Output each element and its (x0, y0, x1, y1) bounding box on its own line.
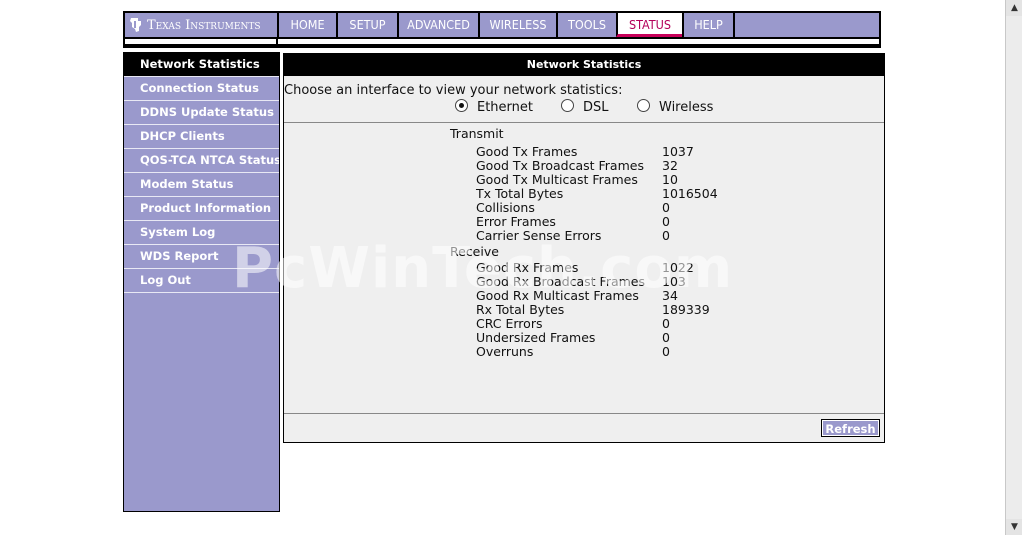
tab-home[interactable]: HOME (277, 13, 336, 37)
panel-title: Network Statistics (284, 54, 884, 76)
stat-label: Good Tx Multicast Frames (476, 172, 638, 187)
sidebar-item-product-information[interactable]: Product Information (124, 197, 279, 221)
sidebar-item-modem-status[interactable]: Modem Status (124, 173, 279, 197)
stat-value: 0 (662, 228, 670, 243)
stat-value: 1016504 (662, 186, 718, 201)
stat-label: Good Tx Frames (476, 144, 578, 159)
stat-label: Collisions (476, 200, 535, 215)
sidebar-item-qos-tca-ntca-status[interactable]: QOS-TCA NTCA Status (124, 149, 279, 173)
stat-value: 34 (662, 288, 678, 303)
radio-ethernet-label: Ethernet (477, 100, 533, 115)
interface-selector: Ethernet DSL Wireless (284, 99, 884, 117)
brand-name: Texas Instruments (147, 17, 261, 33)
sidebar: Network Statistics Connection Status DDN… (123, 52, 280, 512)
stat-label: Good Rx Broadcast Frames (476, 274, 646, 289)
tab-tools[interactable]: TOOLS (556, 13, 616, 37)
page-scrollbar[interactable]: ▲ ▼ (1005, 0, 1022, 535)
radio-selected-icon (455, 99, 468, 112)
receive-heading: Receive (450, 244, 499, 259)
sidebar-item-ddns-update-status[interactable]: DDNS Update Status (124, 101, 279, 125)
header-divider-tick (276, 39, 278, 48)
sidebar-item-connection-status[interactable]: Connection Status (124, 77, 279, 101)
tab-status[interactable]: STATUS (616, 13, 682, 37)
sidebar-item-dhcp-clients[interactable]: DHCP Clients (124, 125, 279, 149)
refresh-button[interactable]: Refresh (821, 419, 880, 437)
sidebar-item-log-out[interactable]: Log Out (124, 269, 279, 293)
radio-wireless-label: Wireless (659, 100, 714, 115)
transmit-heading: Transmit (450, 126, 504, 141)
stat-value: 0 (662, 214, 670, 229)
ti-logo-icon (130, 18, 141, 32)
divider (284, 413, 884, 414)
stat-value: 0 (662, 330, 670, 345)
stat-value: 0 (662, 344, 670, 359)
stat-value: 0 (662, 200, 670, 215)
stat-label: Carrier Sense Errors (476, 228, 602, 243)
main-nav: HOME SETUP ADVANCED WIRELESS TOOLS STATU… (277, 13, 735, 37)
divider (284, 122, 884, 123)
stat-label: Rx Total Bytes (476, 302, 565, 317)
stat-value: 0 (662, 316, 670, 331)
radio-unselected-icon (561, 99, 574, 112)
scroll-down-icon[interactable]: ▼ (1006, 519, 1022, 535)
stat-value: 189339 (662, 302, 710, 317)
sidebar-item-wds-report[interactable]: WDS Report (124, 245, 279, 269)
tab-help[interactable]: HELP (682, 13, 735, 37)
stat-label: Good Tx Broadcast Frames (476, 158, 644, 173)
sidebar-item-system-log[interactable]: System Log (124, 221, 279, 245)
stat-label: Good Rx Multicast Frames (476, 288, 639, 303)
top-navigation-bar: Texas Instruments HOME SETUP ADVANCED WI… (123, 11, 881, 39)
stat-label: Overruns (476, 344, 534, 359)
stat-value: 32 (662, 158, 678, 173)
stat-label: Error Frames (476, 214, 556, 229)
stat-value: 103 (662, 274, 686, 289)
stat-value: 1037 (662, 144, 694, 159)
radio-wireless[interactable]: Wireless (637, 99, 713, 115)
brand-logo[interactable]: Texas Instruments (125, 13, 281, 37)
radio-dsl[interactable]: DSL (561, 99, 609, 115)
tab-advanced[interactable]: ADVANCED (397, 13, 478, 37)
tab-wireless[interactable]: WIRELESS (478, 13, 556, 37)
stat-label: Undersized Frames (476, 330, 596, 345)
stat-label: Tx Total Bytes (476, 186, 564, 201)
stat-label: Good Rx Frames (476, 260, 579, 275)
stat-label: CRC Errors (476, 316, 543, 331)
stat-value: 1022 (662, 260, 694, 275)
network-statistics-panel: Network Statistics Choose an interface t… (283, 53, 885, 443)
interface-prompt: Choose an interface to view your network… (284, 83, 623, 98)
radio-unselected-icon (637, 99, 650, 112)
header-divider (123, 39, 881, 48)
sidebar-item-network-statistics[interactable]: Network Statistics (124, 53, 279, 77)
stat-value: 10 (662, 172, 678, 187)
scroll-up-icon[interactable]: ▲ (1006, 0, 1022, 16)
radio-ethernet[interactable]: Ethernet (455, 99, 533, 115)
tab-setup[interactable]: SETUP (336, 13, 397, 37)
radio-dsl-label: DSL (583, 100, 609, 115)
